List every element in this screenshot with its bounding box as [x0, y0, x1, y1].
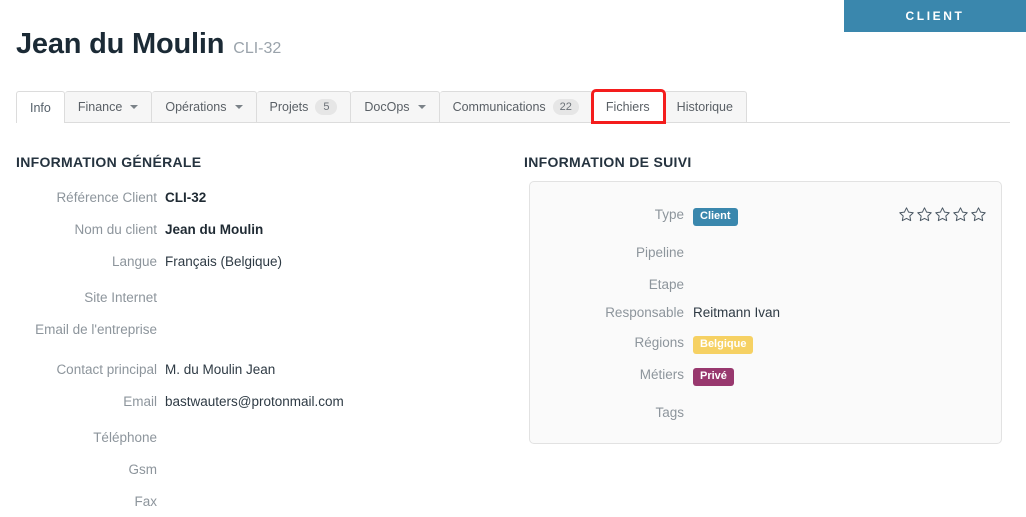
field-row: Site Internet — [0, 284, 500, 306]
status-badge: Client — [693, 208, 738, 226]
field-label: Email — [123, 393, 157, 409]
star-empty-icon[interactable] — [934, 206, 951, 223]
field-label: Référence Client — [56, 189, 157, 205]
field-value[interactable]: Client — [693, 208, 738, 226]
field-label: Métiers — [639, 367, 684, 382]
field-value[interactable]: Jean du Moulin — [165, 220, 263, 238]
tab-docops[interactable]: DocOps — [351, 91, 440, 122]
field-value[interactable]: Belgique — [693, 336, 754, 354]
client-detail-page: CLIENT Jean du Moulin CLI-32 Info Finance… — [0, 0, 1026, 517]
field-label: Nom du client — [74, 221, 157, 237]
field-label: Langue — [111, 253, 157, 269]
tab-fichiers[interactable]: Fichiers — [590, 89, 666, 124]
field-label: Etape — [648, 277, 684, 292]
chevron-down-icon — [130, 105, 139, 109]
field-value[interactable]: M. du Moulin Jean — [165, 360, 275, 378]
field-label: Fax — [134, 494, 157, 509]
tab-label: Fichiers — [605, 100, 650, 114]
field-label: Responsable — [605, 304, 684, 320]
section-title-general: INFORMATION GÉNÉRALE — [16, 154, 202, 170]
field-row: Tags — [529, 399, 1002, 421]
tab-label: Historique — [676, 100, 733, 114]
field-label: Régions — [634, 335, 684, 350]
client-type-ribbon: CLIENT — [844, 0, 1026, 32]
tab-label: Finance — [77, 100, 123, 114]
tab-count-badge: 5 — [315, 99, 338, 115]
tab-label: Communications — [452, 100, 546, 114]
tab-label: Opérations — [165, 100, 227, 114]
field-group-separator — [0, 348, 500, 360]
field-row: Email de l'entreprise — [0, 316, 500, 338]
field-label: Téléphone — [93, 430, 157, 445]
field-row: Téléphone — [0, 424, 500, 446]
field-row: Email bastwauters@protonmail.com — [0, 392, 500, 414]
client-reference-label: CLI-32 — [233, 40, 282, 57]
field-label: Site Internet — [84, 290, 157, 305]
field-value[interactable]: CLI-32 — [165, 188, 206, 206]
page-title: Jean du Moulin CLI-32 — [16, 28, 281, 61]
star-empty-icon[interactable] — [970, 206, 987, 223]
tab-label: Info — [30, 100, 51, 115]
field-row: Contact principal M. du Moulin Jean — [0, 360, 500, 382]
star-empty-icon[interactable] — [952, 206, 969, 223]
field-value[interactable]: Français (Belgique) — [165, 252, 282, 270]
chevron-down-icon — [417, 105, 426, 109]
tab-bar: Info Finance Opérations Projets 5 DocOps Commu… — [16, 89, 1010, 124]
field-row: Référence Client CLI-32 — [0, 188, 500, 210]
field-row: Langue Français (Belgique) — [0, 252, 500, 274]
field-row: Etape — [529, 271, 1002, 293]
status-badge: Privé — [693, 368, 734, 386]
tab-label: DocOps — [364, 100, 410, 114]
tab-count-badge: 22 — [552, 99, 579, 115]
section-title-suivi: INFORMATION DE SUIVI — [524, 154, 692, 170]
field-row: Métiers Privé — [529, 367, 1002, 389]
chevron-down-icon — [234, 105, 243, 109]
field-row: Pipeline — [529, 239, 1002, 261]
general-information-fields: Référence Client CLI-32 Nom du client Jean … — [0, 188, 500, 517]
field-row: Nom du client Jean du Moulin — [0, 220, 500, 242]
tab-communications[interactable]: Communications 22 — [439, 91, 593, 122]
tab-finance[interactable]: Finance — [64, 91, 153, 122]
field-row: Responsable Reitmann Ivan — [529, 303, 1002, 325]
star-empty-icon[interactable] — [916, 206, 933, 223]
client-ribbon-label: CLIENT — [905, 9, 965, 23]
suivi-information-fields: Type Client Pipeline Etape Responsable Reitma… — [529, 207, 1002, 431]
field-label: Type — [654, 207, 684, 222]
field-label: Gsm — [128, 462, 158, 477]
field-label: Contact principal — [56, 361, 157, 377]
field-label: Tags — [655, 405, 684, 420]
field-row: Régions Belgique — [529, 335, 1002, 357]
tab-label: Projets — [269, 100, 309, 114]
tab-projets[interactable]: Projets 5 — [256, 91, 352, 122]
field-label: Email de l'entreprise — [35, 322, 157, 337]
tab-historique[interactable]: Historique — [663, 91, 747, 122]
status-badge: Belgique — [693, 336, 754, 354]
field-row: Fax — [0, 488, 500, 510]
client-name-heading: Jean du Moulin — [16, 28, 225, 60]
tab-op-rations[interactable]: Opérations — [152, 91, 257, 122]
field-value[interactable]: Reitmann Ivan — [693, 303, 780, 321]
field-value[interactable]: bastwauters@protonmail.com — [165, 392, 344, 410]
tab-info[interactable]: Info — [16, 91, 65, 123]
field-value[interactable]: Privé — [693, 368, 734, 386]
star-empty-icon[interactable] — [898, 206, 915, 223]
rating-stars[interactable] — [898, 206, 987, 223]
field-row: Gsm — [0, 456, 500, 478]
field-label: Pipeline — [635, 245, 684, 260]
